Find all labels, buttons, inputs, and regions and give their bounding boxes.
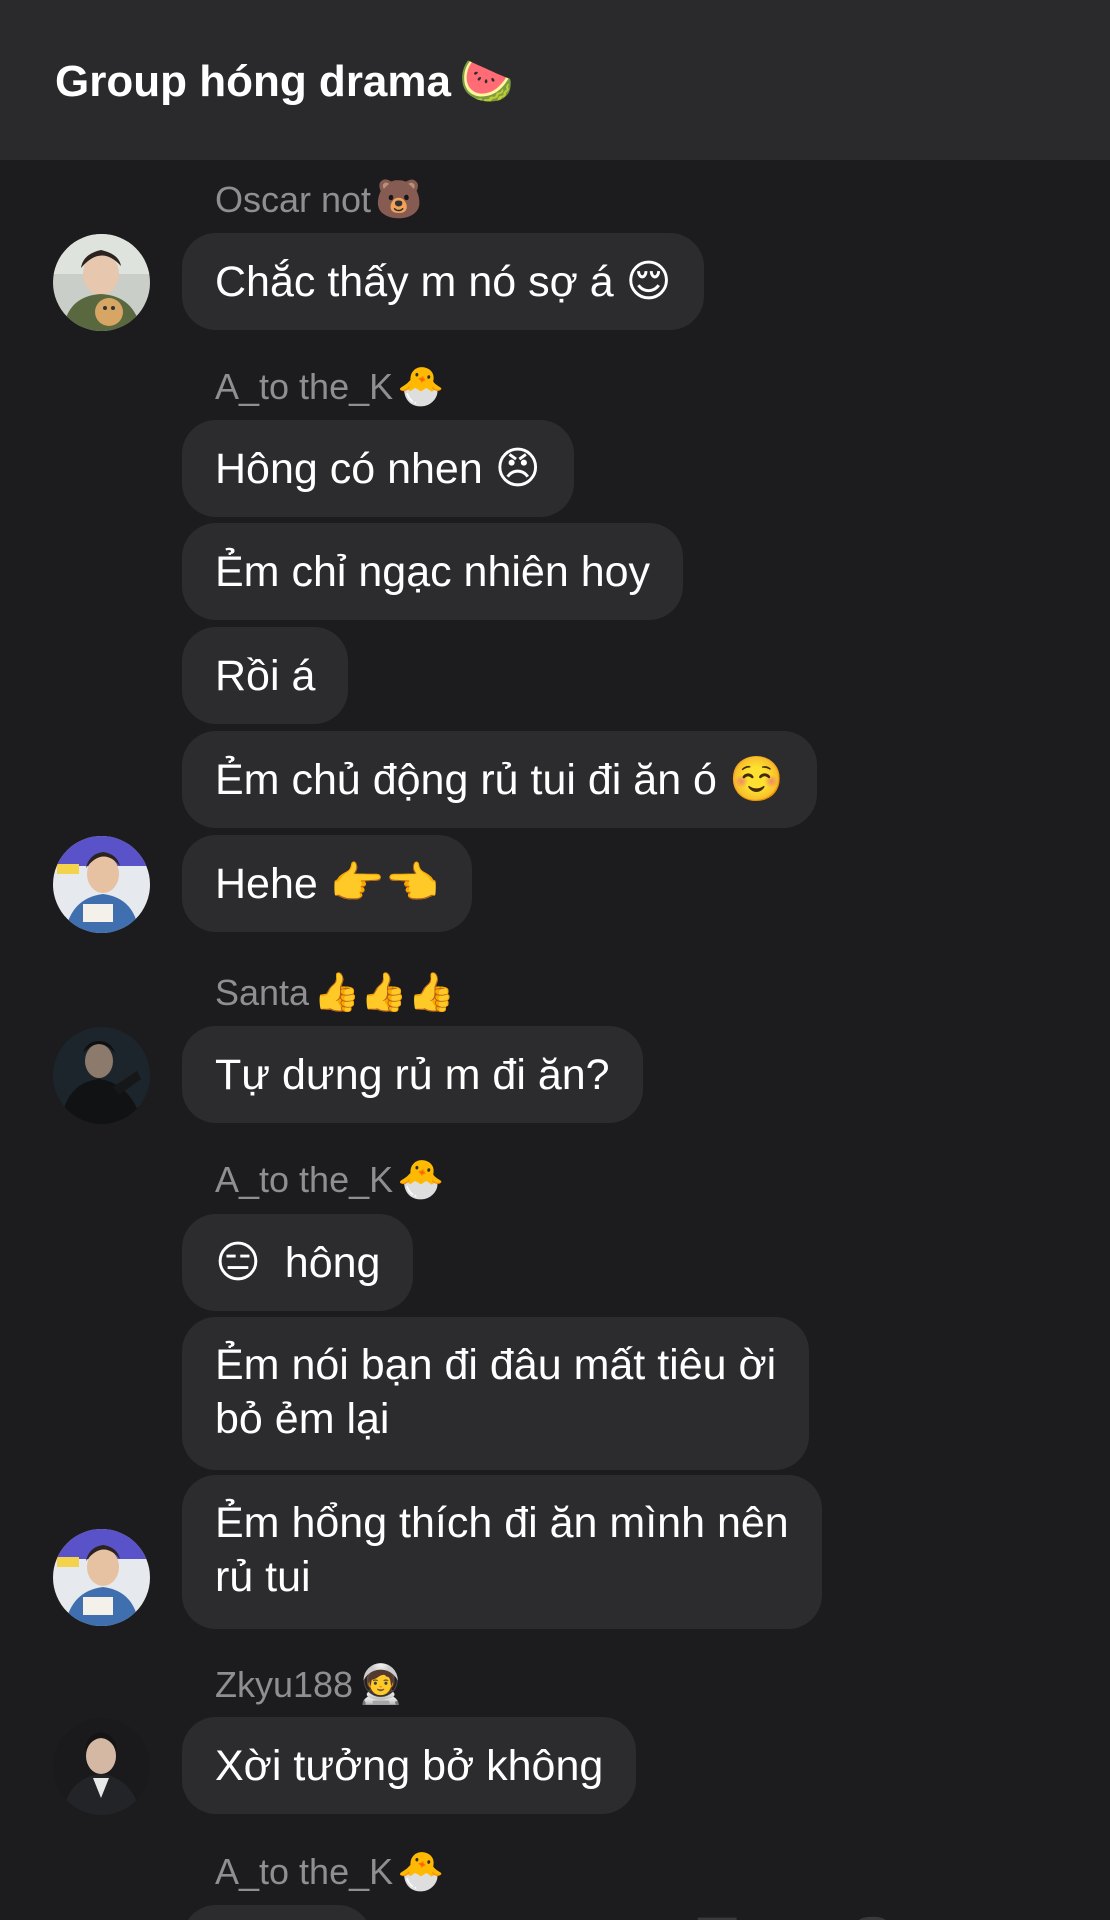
- typestory-watermark: TypeStory: [697, 1905, 1024, 1920]
- smiling-face-icon: ☺️: [728, 754, 784, 804]
- message-bubble[interactable]: Hông có nhen 😠: [182, 420, 574, 517]
- group-title[interactable]: Group hóng drama 🍉: [55, 56, 514, 108]
- expressionless-face-icon: 😑: [215, 1237, 261, 1287]
- avatar-a-to-the-k[interactable]: [53, 836, 150, 933]
- message-bubble[interactable]: Rồi á: [182, 627, 349, 724]
- avatar-oscar-not[interactable]: [53, 234, 150, 331]
- message-bubble[interactable]: Chắc thấy m nó sợ á 😌: [182, 233, 705, 330]
- angry-face-icon: 😠: [494, 443, 541, 493]
- message-bubble[interactable]: Ẻm nói bạn đi đâu mất tiêu ời bỏ ẻm lại: [182, 1317, 810, 1470]
- sender-name: A_to the_K 🐣: [215, 366, 445, 408]
- message-bubble[interactable]: 😑 hông: [182, 1214, 414, 1311]
- hatching-chick-icon: 🐣: [397, 366, 445, 408]
- avatar-a-to-the-k[interactable]: [53, 1529, 150, 1626]
- message-bubble[interactable]: Tự dưng rủ m đi ăn?: [182, 1026, 643, 1123]
- avatar-santa[interactable]: [53, 1027, 150, 1124]
- sender-name: A_to the_K 🐣: [215, 1851, 445, 1893]
- sender-name: Oscar not 🐻: [215, 179, 423, 221]
- message-bubble[interactable]: Ẻm hổng thích đi ăn mình nên rủ tui: [182, 1475, 822, 1629]
- watermelon-icon: 🍉: [459, 57, 514, 106]
- relieved-face-icon: 😌: [625, 256, 672, 306]
- pointing-fingers-icon: 👉👈: [329, 858, 440, 908]
- message-bubble[interactable]: Hehe 👉👈: [182, 835, 473, 932]
- astronaut-icon: 🧑‍🚀: [357, 1664, 405, 1706]
- message-thread[interactable]: Oscar not 🐻 Chắc thấy m nó sợ á 😌 A_to th…: [0, 160, 1110, 1920]
- group-title-text: Group hóng drama: [55, 57, 451, 106]
- hatching-chick-icon: 🐣: [397, 1851, 445, 1893]
- sender-name: Santa 👍👍👍: [215, 972, 456, 1014]
- thumbs-up-icon: 👍👍👍: [313, 972, 456, 1014]
- sender-name: A_to the_K 🐣: [215, 1159, 445, 1201]
- bear-icon: 🐻: [375, 179, 423, 221]
- sender-name: Zkyu188 🧑‍🚀: [215, 1664, 405, 1706]
- chat-header: Group hóng drama 🍉: [0, 0, 1110, 160]
- message-bubble[interactable]: Ẻm chỉ ngạc nhiên hoy: [182, 523, 684, 620]
- avatar-zkyu188[interactable]: [53, 1718, 150, 1815]
- hatching-chick-icon: 🐣: [397, 1159, 445, 1201]
- message-bubble[interactable]: Xời tưởng bở không: [182, 1717, 637, 1814]
- message-bubble[interactable]: Ẻm chủ động rủ tui đi ăn ó ☺️: [182, 731, 817, 828]
- message-bubble[interactable]: [182, 1905, 372, 1920]
